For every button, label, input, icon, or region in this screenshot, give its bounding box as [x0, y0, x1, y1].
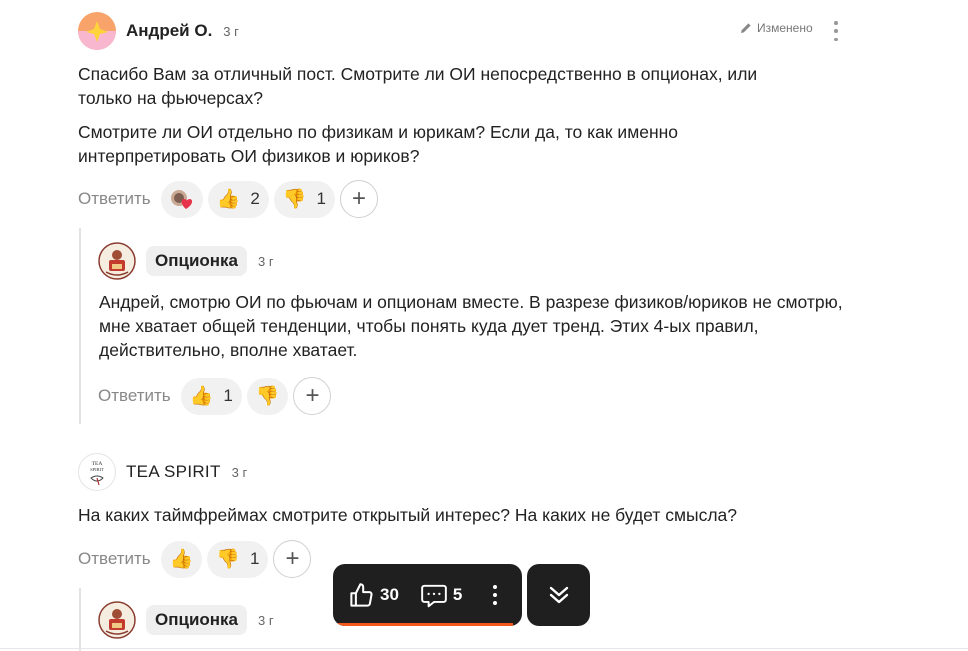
author-name[interactable]: Андрей О. [126, 21, 212, 41]
pencil-icon [741, 23, 751, 33]
like-reaction[interactable]: 👍 [160, 540, 203, 578]
dislike-reaction[interactable]: 👎 [246, 377, 289, 415]
divider [0, 648, 968, 649]
scroll-down-button[interactable] [527, 564, 590, 626]
like-count: 2 [250, 189, 260, 208]
more-options-icon[interactable] [492, 585, 498, 605]
like-reaction[interactable]: 👍 2 [207, 180, 269, 218]
avatar[interactable]: TEA SPIRIT [78, 453, 116, 491]
avatar[interactable] [98, 242, 136, 280]
thumbs-up-icon [350, 582, 373, 607]
like-count: 1 [223, 386, 233, 405]
avatar[interactable] [98, 601, 136, 639]
toolbar-accent-line [333, 623, 513, 626]
comment-time[interactable]: 3 г [258, 254, 274, 269]
reply-button[interactable]: Ответить [98, 386, 171, 406]
double-chevron-down-icon [549, 586, 568, 604]
dislike-count: 1 [316, 189, 326, 208]
more-options-icon[interactable] [831, 21, 841, 41]
reply-button[interactable]: Ответить [78, 189, 151, 209]
comment-header: TEA SPIRIT TEA SPIRIT 3 г [78, 453, 247, 491]
comment-text: Смотрите ли ОИ отдельно по физикам и юри… [78, 122, 679, 166]
comment-time[interactable]: 3 г [232, 465, 248, 480]
comment-time[interactable]: 3 г [258, 613, 274, 628]
reaction-avatar-chip[interactable] [160, 180, 203, 218]
comment-text: Андрей, смотрю ОИ по фьючам и опционам в… [99, 292, 843, 360]
reply-button[interactable]: Ответить [78, 549, 151, 569]
author-name[interactable]: Опционка [146, 605, 248, 635]
thumbs-up-icon: 👍 [216, 188, 241, 210]
dislike-reaction[interactable]: 👎 1 [273, 180, 335, 218]
comment-actions: Ответить 👍 1 👎 + [98, 377, 332, 415]
comment-actions: Ответить 👍 👎 1 + [78, 540, 312, 578]
reaction-avatar-icon [170, 190, 192, 209]
author-name[interactable]: TEA SPIRIT [126, 462, 221, 482]
comment-bubble-icon [421, 584, 447, 607]
like-reaction[interactable]: 👍 1 [180, 377, 242, 415]
comment-actions: Ответить 👍 2 👎 1 + [78, 180, 378, 218]
dislike-count: 1 [250, 549, 260, 568]
post-comments-button[interactable]: 5 [420, 582, 462, 609]
thread-line [79, 228, 81, 424]
thumbs-down-icon: 👎 [282, 188, 307, 210]
add-reaction-button[interactable]: + [273, 540, 312, 578]
comment-header: Опционка 3 г [98, 601, 274, 639]
post-like-button[interactable]: 30 [348, 582, 399, 609]
thumbs-down-icon: 👎 [255, 385, 280, 407]
comment-header: Опционка 3 г [98, 242, 274, 280]
thumbs-up-icon: 👍 [169, 548, 194, 570]
comment-text: Спасибо Вам за отличный пост. Смотрите л… [78, 64, 758, 108]
post-like-count: 30 [380, 585, 399, 604]
comment-time[interactable]: 3 г [223, 24, 239, 39]
edited-label: Изменено [757, 21, 813, 35]
comment-header: Андрей О. 3 г [78, 12, 239, 50]
floating-toolbar: 30 5 [333, 564, 522, 626]
dislike-reaction[interactable]: 👎 1 [207, 540, 269, 578]
avatar[interactable] [78, 12, 116, 50]
author-name[interactable]: Опционка [146, 246, 248, 276]
thread-line [79, 588, 81, 651]
comment-text: На каких таймфреймах смотрите открытый и… [78, 505, 737, 525]
post-comment-count: 5 [452, 585, 463, 604]
svg-text:SPIRIT: SPIRIT [90, 467, 104, 472]
edited-marker: Изменено [740, 21, 813, 35]
thumbs-down-icon: 👎 [216, 548, 241, 570]
thumbs-up-icon: 👍 [189, 385, 214, 407]
add-reaction-button[interactable]: + [339, 180, 378, 218]
add-reaction-button[interactable]: + [293, 377, 332, 415]
